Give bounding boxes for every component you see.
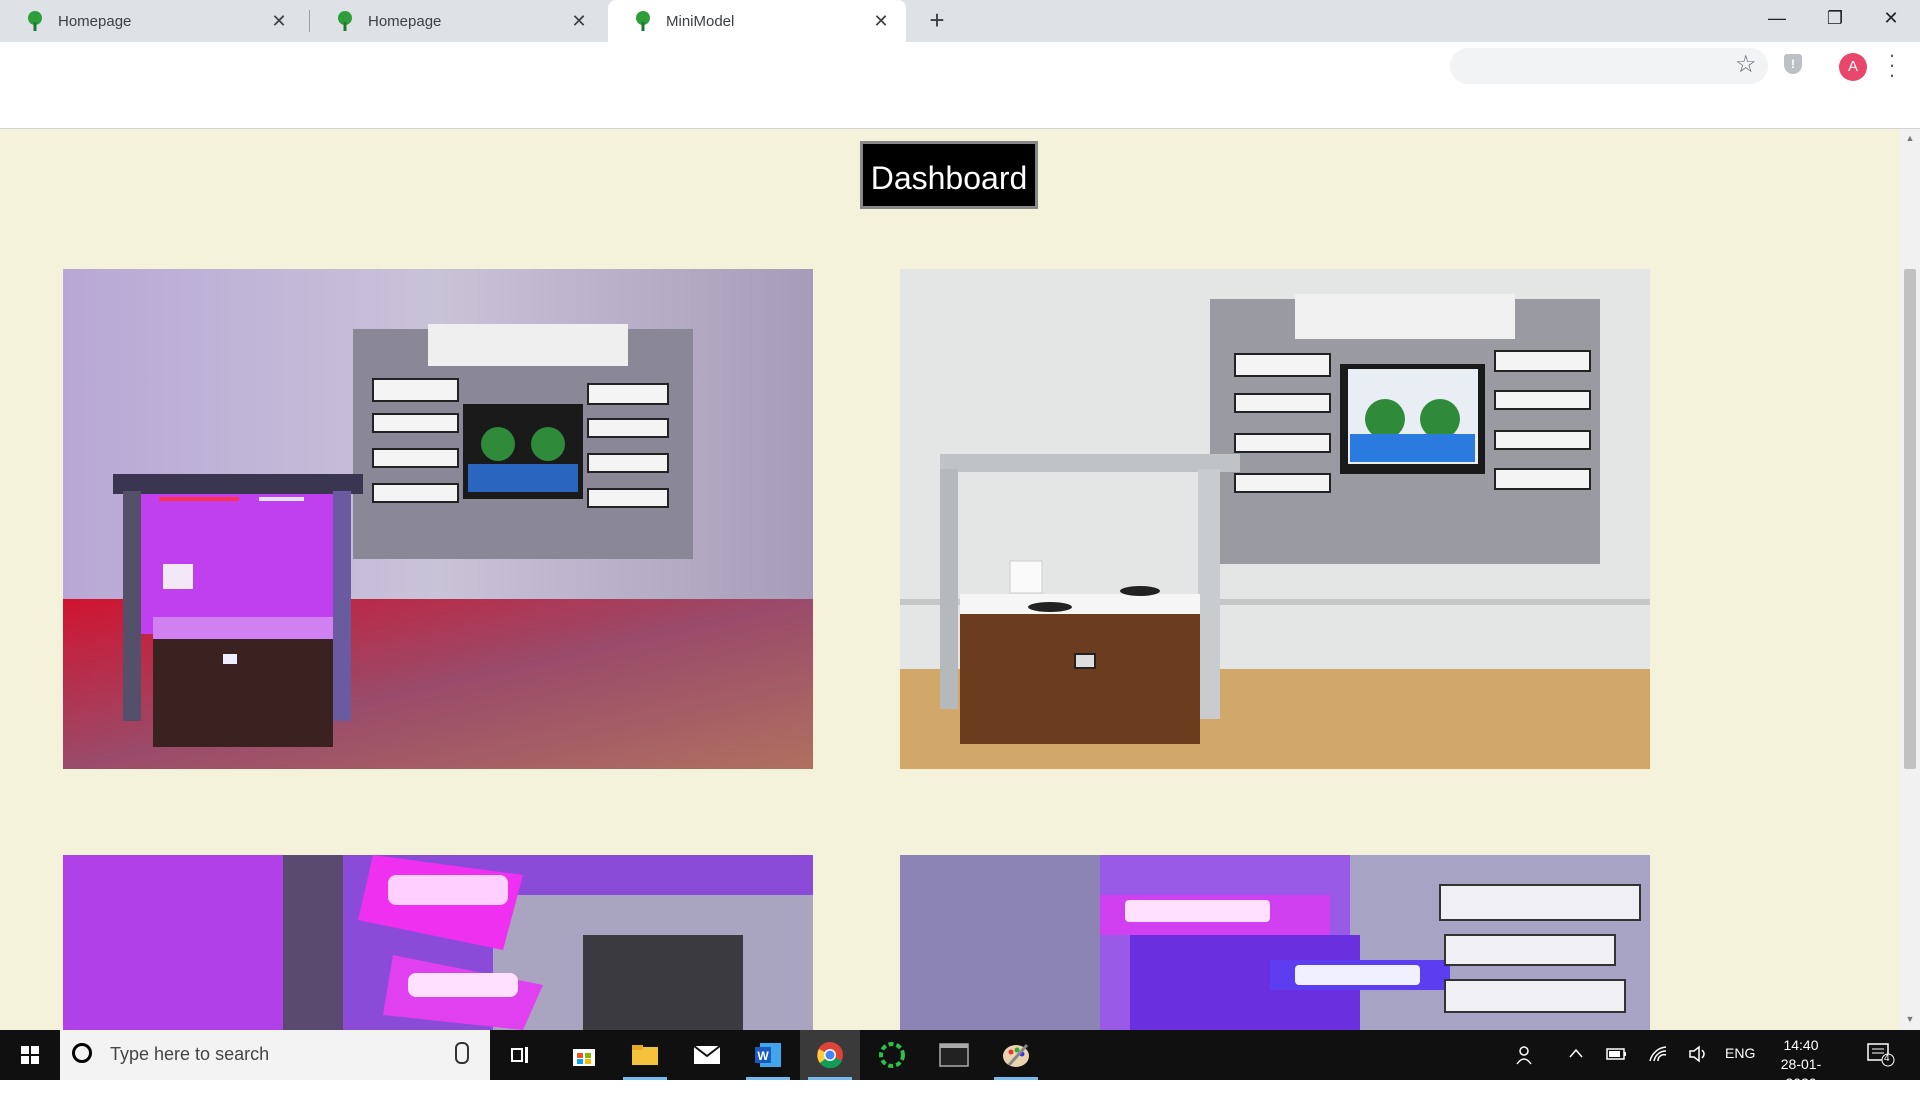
- browser-toolbar: ☆ ! A · · ·: [0, 42, 1920, 129]
- browser-menu-icon[interactable]: · · ·: [1886, 44, 1898, 86]
- maximize-button[interactable]: ❐: [1806, 0, 1864, 38]
- tree-favicon-icon: [636, 11, 650, 31]
- page-content: Dashboard: [0, 129, 1900, 1030]
- sync-app-icon[interactable]: [862, 1030, 922, 1080]
- microphone-icon[interactable]: [455, 1042, 469, 1064]
- dashboard-heading: Dashboard: [860, 141, 1038, 209]
- tab-minimodel[interactable]: MiniModel ✕: [608, 0, 906, 42]
- notification-count: 4: [1884, 1053, 1890, 1064]
- photo-grow-lights-closeup-1: [63, 855, 813, 1030]
- people-icon[interactable]: [1516, 1045, 1536, 1068]
- taskbar-clock[interactable]: 14:40 28-01-2020: [1766, 1036, 1836, 1093]
- extension-shield-icon[interactable]: !: [1784, 54, 1802, 74]
- tab-title: MiniModel: [666, 12, 735, 30]
- tab-close-icon[interactable]: ✕: [866, 11, 896, 32]
- search-placeholder: Type here to search: [110, 1044, 270, 1064]
- volume-icon[interactable]: [1688, 1045, 1710, 1066]
- start-button[interactable]: [0, 1030, 60, 1080]
- windows-taskbar: Type here to search W ENG 14:40 28-01-20…: [0, 1030, 1920, 1091]
- photo-model-purple-led: [63, 269, 813, 769]
- tab-title: Homepage: [58, 12, 132, 30]
- mail-icon[interactable]: [677, 1030, 737, 1080]
- address-bar[interactable]: [1450, 48, 1768, 84]
- scroll-down-icon[interactable]: ▼: [1904, 1014, 1916, 1026]
- close-window-button[interactable]: ✕: [1862, 0, 1920, 38]
- photo-model-daylight: [900, 269, 1650, 769]
- tab-close-icon[interactable]: ✕: [264, 11, 294, 32]
- tab-homepage-1[interactable]: Homepage ✕: [0, 0, 304, 42]
- photo-grow-lights-closeup-2: [900, 855, 1650, 1030]
- windows-logo-icon: [21, 1046, 39, 1064]
- profile-avatar[interactable]: A: [1839, 53, 1867, 81]
- scroll-up-icon[interactable]: ▲: [1904, 133, 1916, 145]
- cortana-icon: [72, 1043, 92, 1063]
- battery-icon[interactable]: [1606, 1045, 1628, 1066]
- tree-favicon-icon: [28, 11, 42, 31]
- chevron-up-icon[interactable]: [1568, 1045, 1584, 1066]
- file-explorer-icon[interactable]: [615, 1030, 675, 1080]
- minimize-button[interactable]: —: [1748, 0, 1806, 38]
- svg-text:W: W: [757, 1049, 769, 1063]
- new-tab-button[interactable]: +: [922, 6, 952, 36]
- tab-strip: Homepage ✕ Homepage ✕ MiniModel ✕ + — ❐ …: [0, 0, 1920, 42]
- taskbar-search[interactable]: Type here to search: [60, 1030, 490, 1080]
- page-scrollbar[interactable]: ▲ ▼: [1900, 129, 1920, 1030]
- scroll-thumb[interactable]: [1904, 269, 1916, 769]
- action-center-icon[interactable]: 4: [1866, 1042, 1896, 1071]
- tree-favicon-icon: [338, 11, 352, 31]
- clock-time: 14:40: [1783, 1037, 1819, 1053]
- bookmark-star-icon[interactable]: ☆: [1735, 50, 1757, 79]
- language-indicator[interactable]: ENG: [1725, 1045, 1755, 1061]
- chrome-icon[interactable]: [800, 1030, 860, 1080]
- task-view-icon[interactable]: [490, 1030, 550, 1080]
- word-icon[interactable]: W: [738, 1030, 798, 1080]
- paint-icon[interactable]: [986, 1030, 1046, 1080]
- tab-close-icon[interactable]: ✕: [564, 11, 594, 32]
- terminal-icon[interactable]: [924, 1030, 984, 1080]
- tab-title: Homepage: [368, 12, 442, 30]
- clock-date: 28-01-2020: [1780, 1056, 1822, 1091]
- wifi-icon[interactable]: [1648, 1045, 1670, 1066]
- tab-homepage-2[interactable]: Homepage ✕: [310, 0, 604, 42]
- store-icon[interactable]: [554, 1030, 614, 1080]
